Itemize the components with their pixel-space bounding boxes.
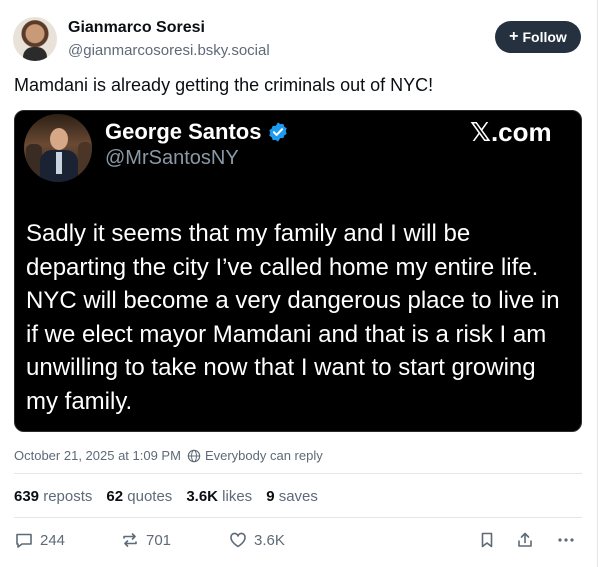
x-logo: 𝕏.com [470, 117, 552, 147]
author-name[interactable]: Gianmarco Soresi [68, 19, 205, 37]
divider [14, 517, 582, 518]
bookmark-icon [481, 532, 493, 548]
reply-count: 244 [40, 531, 66, 549]
embed-body-text: Sadly it seems that my family and I will… [26, 220, 560, 415]
engagement-stats: 639 reposts 62 quotes 3.6K likes 9 saves [14, 488, 332, 505]
embed-handle: @MrSantosNY [105, 147, 239, 169]
embed-name: George Santos [105, 119, 262, 144]
post-meta: October 21, 2025 at 1:09 PM Everybody ca… [14, 448, 323, 463]
like-button[interactable]: 3.6K [228, 530, 285, 550]
repost-button[interactable]: 701 [120, 530, 171, 550]
likes-stat[interactable]: 3.6K likes [186, 488, 252, 505]
share-button[interactable] [515, 530, 535, 550]
more-options-button[interactable] [556, 530, 576, 550]
author-avatar[interactable] [13, 17, 57, 61]
repost-count: 701 [146, 531, 172, 549]
action-bar: 244 701 3.6K [0, 530, 599, 554]
saves-stat: 9 saves [266, 488, 318, 505]
author-handle[interactable]: @gianmarcosoresi.bsky.social [68, 42, 270, 59]
share-icon [518, 532, 532, 547]
embed-avatar [24, 114, 92, 182]
reply-icon [16, 533, 32, 548]
plus-icon: + [509, 28, 519, 45]
bookmark-button[interactable] [477, 530, 497, 550]
follow-label: Follow [522, 29, 567, 45]
repost-icon [123, 533, 137, 547]
reply-button[interactable]: 244 [14, 530, 65, 550]
reply-setting: Everybody can reply [204, 448, 323, 463]
globe-icon [187, 449, 201, 462]
quotes-stat[interactable]: 62 quotes [106, 488, 172, 505]
heart-icon [230, 532, 246, 548]
post-text: Mamdani is already getting the criminals… [14, 75, 434, 95]
follow-button[interactable]: + Follow [495, 21, 581, 53]
more-icon [558, 538, 574, 542]
reposts-stat[interactable]: 639 reposts [14, 488, 92, 505]
like-count: 3.6K [254, 531, 285, 549]
verified-badge-icon [269, 122, 287, 142]
divider [14, 473, 582, 474]
timestamp[interactable]: October 21, 2025 at 1:09 PM [14, 448, 181, 463]
